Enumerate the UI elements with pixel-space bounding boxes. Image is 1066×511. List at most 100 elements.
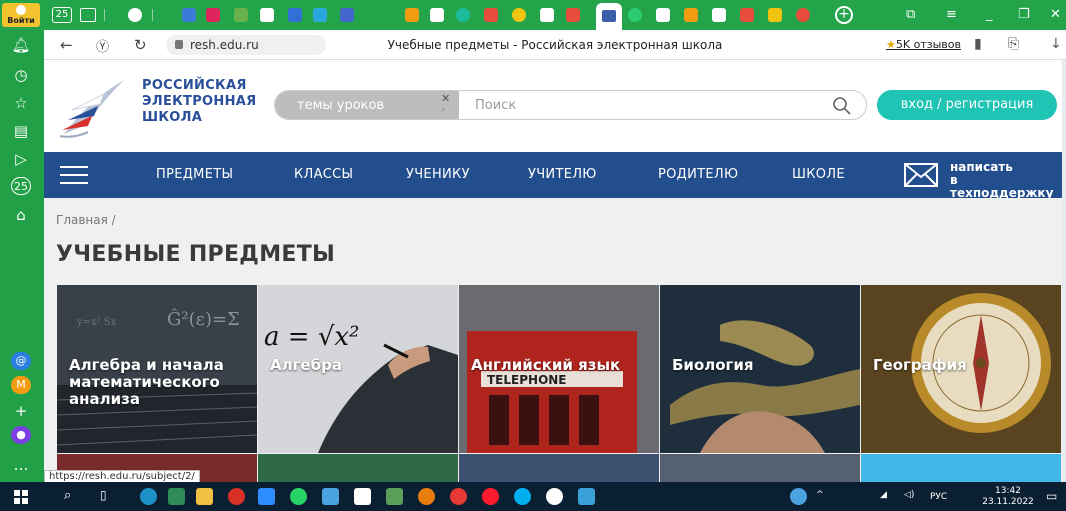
envelope-icon[interactable] xyxy=(904,163,938,187)
tab-favicon-7[interactable] xyxy=(313,8,327,22)
nav-item-teacher[interactable]: УЧИТЕЛЮ xyxy=(528,167,597,182)
bookmark-panel-icon[interactable]: ⧉ xyxy=(906,7,915,22)
profile-login-button[interactable]: Войти xyxy=(2,3,40,27)
tab-favicon-14[interactable] xyxy=(540,8,554,22)
chrome-icon[interactable] xyxy=(228,488,245,505)
nav-item-subjects[interactable]: ПРЕДМЕТЫ xyxy=(156,167,233,182)
file-explorer-icon[interactable] xyxy=(196,488,213,505)
subject-card-biology[interactable]: Биология xyxy=(660,285,860,453)
tab-favicon-3[interactable] xyxy=(206,8,220,22)
search-input[interactable]: Поиск xyxy=(475,91,516,119)
menu-icon[interactable]: ≡ xyxy=(946,7,957,22)
tab-favicon-19[interactable] xyxy=(712,8,726,22)
more-icon[interactable]: … xyxy=(10,454,32,476)
blender-icon[interactable] xyxy=(418,488,435,505)
reviews-link[interactable]: ★5K отзывов xyxy=(886,38,961,51)
zoom-icon[interactable] xyxy=(258,488,275,505)
download-icon[interactable]: ↓ xyxy=(1050,36,1062,52)
breadcrumb[interactable]: Главная / xyxy=(56,213,116,227)
app-icon[interactable] xyxy=(578,488,595,505)
tab-favicon-10[interactable] xyxy=(430,8,444,22)
subject-card-algebra[interactable]: a = √x² Алгебра xyxy=(258,285,458,453)
yandex-app-icon[interactable] xyxy=(450,488,467,505)
help-icon[interactable] xyxy=(790,488,807,505)
topics-filter[interactable]: темы уроков xyxy=(275,91,459,119)
active-tab[interactable] xyxy=(596,3,622,30)
tab-favicon-13[interactable] xyxy=(512,8,526,22)
hamburger-menu-icon[interactable] xyxy=(60,166,88,184)
tab-favicon-11[interactable] xyxy=(456,8,470,22)
store-icon[interactable] xyxy=(322,488,339,505)
subject-card-geography[interactable]: География xyxy=(861,285,1061,453)
maximize-icon[interactable]: ❐ xyxy=(1018,7,1030,22)
subject-card-row2[interactable] xyxy=(660,454,860,482)
tab-favicon-16[interactable] xyxy=(628,8,642,22)
yandex-browser-icon[interactable] xyxy=(546,488,563,505)
tab-favicon-21[interactable] xyxy=(768,8,782,22)
tabs-icon[interactable] xyxy=(80,8,96,22)
reader-icon[interactable]: ⌂ xyxy=(10,204,32,226)
nav-item-student[interactable]: УЧЕНИКУ xyxy=(406,167,470,182)
support-link[interactable]: написать в техподдержку xyxy=(950,161,1062,200)
tab-favicon-12[interactable] xyxy=(484,8,498,22)
whatsapp-icon[interactable] xyxy=(290,488,307,505)
gmail-icon[interactable]: M xyxy=(11,376,31,394)
subject-card-english[interactable]: TELEPHONE Английский язык xyxy=(459,285,659,453)
nav-item-school[interactable]: ШКОЛЕ xyxy=(792,167,845,182)
screen: Войти 25 + ⧉ ≡ _ ❐ ✕ 🔔︎ ◷ ☆ ▤ ▷ 25 ⌂ @ M… xyxy=(0,0,1066,511)
subject-card-row2[interactable] xyxy=(258,454,458,482)
play-icon[interactable]: ▷ xyxy=(10,148,32,170)
resh-logo-icon[interactable] xyxy=(58,76,130,140)
tab-favicon-6[interactable] xyxy=(288,8,302,22)
clear-filter-icon[interactable]: ✕ ⌕ xyxy=(441,93,450,115)
reading-icon[interactable]: ⎘ xyxy=(1008,36,1019,52)
tab-favicon-9[interactable] xyxy=(405,8,419,22)
tab-favicon-1[interactable] xyxy=(128,8,142,22)
paint-icon[interactable] xyxy=(386,488,403,505)
notifications-icon[interactable]: ▭ xyxy=(1046,489,1057,503)
notes-icon[interactable]: ▤ xyxy=(10,120,32,142)
search-icon[interactable]: ⌕ xyxy=(64,488,71,503)
tab-favicon-20[interactable] xyxy=(740,8,754,22)
login-register-button[interactable]: вход / регистрация xyxy=(877,90,1057,120)
search-icon[interactable] xyxy=(832,96,852,116)
network-icon[interactable]: ◢ xyxy=(880,490,887,500)
add-panel-icon[interactable]: + xyxy=(10,400,32,422)
tab-favicon-4[interactable] xyxy=(234,8,248,22)
tab-favicon-18[interactable] xyxy=(684,8,698,22)
calendar-icon[interactable]: 25 xyxy=(11,177,31,195)
bell-icon[interactable]: 🔔︎ xyxy=(10,34,32,56)
tab-favicon-8[interactable] xyxy=(340,8,354,22)
logo-text[interactable]: РОССИЙСКАЯ ЭЛЕКТРОННАЯ ШКОЛА xyxy=(142,78,256,126)
windows-start-icon[interactable] xyxy=(14,490,28,504)
language-indicator[interactable]: РУС xyxy=(930,492,947,502)
chevron-up-icon[interactable]: ^ xyxy=(816,490,824,500)
subject-card-row2[interactable] xyxy=(861,454,1061,482)
close-icon[interactable]: ✕ xyxy=(1050,7,1061,22)
subject-card-algebra-analysis[interactable]: Ĝ²(ε)=Σ y=x² Sx Алгебра и начала математ… xyxy=(57,285,257,453)
tab-favicon-17[interactable] xyxy=(656,8,670,22)
mail-at-icon[interactable]: @ xyxy=(11,352,31,370)
opera-icon[interactable] xyxy=(482,488,499,505)
subject-card-row2[interactable] xyxy=(459,454,659,482)
clock[interactable]: 13:42 23.11.2022 xyxy=(980,486,1036,508)
task-view-icon[interactable]: ▯ xyxy=(100,488,107,502)
alice-icon[interactable]: ● xyxy=(11,426,31,444)
star-icon[interactable]: ☆ xyxy=(10,92,32,114)
tab-favicon-22[interactable] xyxy=(796,8,810,22)
calendar-tab-icon[interactable]: 25 xyxy=(52,7,72,23)
tab-favicon-2[interactable] xyxy=(182,8,196,22)
volume-icon[interactable]: ◁) xyxy=(904,490,914,500)
nav-item-parent[interactable]: РОДИТЕЛЮ xyxy=(658,167,738,182)
app-icon[interactable] xyxy=(168,488,185,505)
tab-favicon-15[interactable] xyxy=(566,8,580,22)
nav-item-classes[interactable]: КЛАССЫ xyxy=(294,167,353,182)
notepad-icon[interactable] xyxy=(354,488,371,505)
minimize-icon[interactable]: _ xyxy=(986,7,993,22)
history-icon[interactable]: ◷ xyxy=(10,64,32,86)
tab-favicon-5[interactable] xyxy=(260,8,274,22)
edge-icon[interactable] xyxy=(140,488,157,505)
skype-icon[interactable] xyxy=(514,488,531,505)
bookmark-icon[interactable]: ▮ xyxy=(974,36,982,52)
new-tab-button[interactable]: + xyxy=(835,6,853,24)
